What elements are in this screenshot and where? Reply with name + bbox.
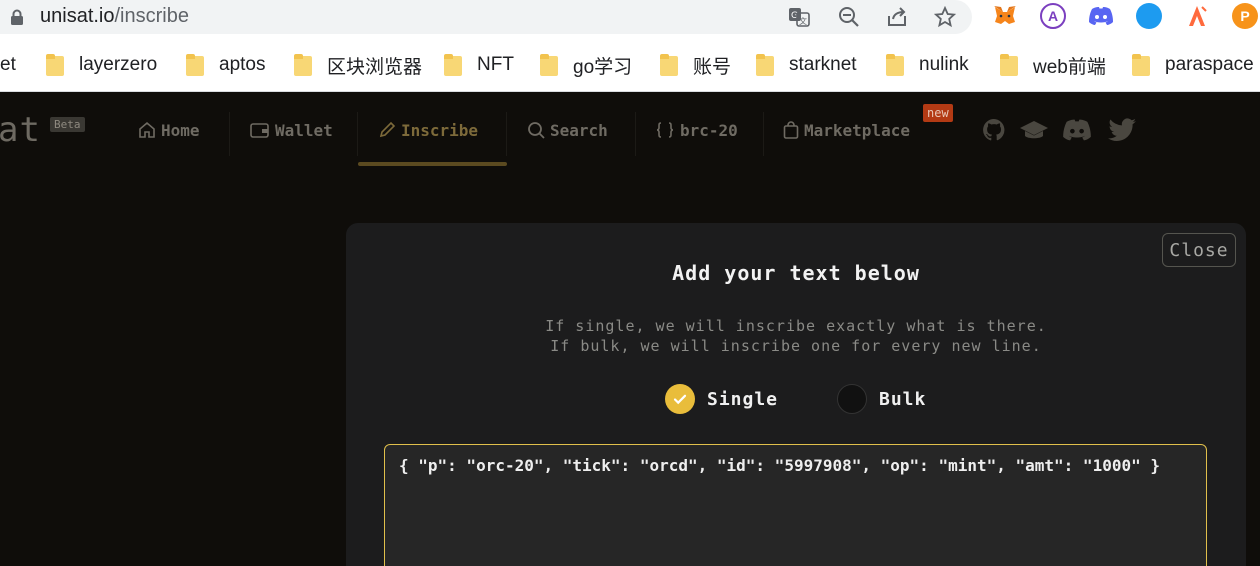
arbitrum-icon[interactable]: A: [1040, 3, 1066, 29]
bookmark-label: paraspace: [1165, 54, 1254, 75]
folder-icon: [540, 54, 558, 76]
github-icon[interactable]: [982, 118, 1006, 142]
modal-description-line: If bulk, we will inscribe one for every …: [550, 337, 1042, 355]
folder-icon: [186, 54, 204, 76]
option-label: Bulk: [879, 388, 927, 410]
option-single[interactable]: Single: [665, 384, 778, 414]
arweave-icon[interactable]: [1184, 3, 1210, 29]
nav-wallet[interactable]: Wallet: [250, 110, 333, 150]
radio-unchecked-icon[interactable]: [837, 384, 867, 414]
nav-label: Wallet: [275, 120, 333, 140]
beta-badge: Beta: [50, 117, 85, 132]
bookmark-label: aptos: [219, 54, 266, 75]
bookmark-label: 账号: [693, 56, 732, 78]
bookmark-item[interactable]: 账号: [660, 52, 731, 78]
discord-icon[interactable]: [1062, 118, 1092, 142]
nav-search[interactable]: Search: [527, 110, 608, 150]
browser-toolbar: unisat.io/inscribe G文 A P: [0, 0, 1260, 36]
folder-icon: [756, 54, 774, 76]
zoom-icon[interactable]: [836, 4, 862, 30]
lock-icon: [11, 9, 23, 25]
pencil-icon: [379, 121, 396, 138]
nav-marketplace[interactable]: Marketplace: [783, 110, 910, 150]
bookmark-item[interactable]: go学习: [540, 52, 632, 78]
inscription-text-input[interactable]: { "p": "orc-20", "tick": "orcd", "id": "…: [384, 444, 1207, 566]
bookmark-star-icon[interactable]: [932, 4, 958, 30]
nav-label: brc-20: [680, 120, 738, 140]
new-badge: new: [923, 104, 953, 122]
nav-label: Search: [550, 120, 608, 140]
translate-icon[interactable]: G文: [786, 4, 812, 30]
bookmark-item[interactable]: nulink: [886, 52, 969, 78]
svg-text:文: 文: [799, 16, 807, 26]
share-icon[interactable]: [884, 4, 910, 30]
nav-label: Marketplace: [804, 120, 910, 140]
bookmark-label: et: [0, 54, 16, 75]
discord-icon[interactable]: [1088, 3, 1114, 29]
nav-divider: [229, 112, 230, 156]
braces-icon: [656, 122, 674, 138]
paraspace-icon[interactable]: P: [1232, 3, 1258, 29]
bookmark-item[interactable]: web前端: [1000, 52, 1106, 78]
folder-icon: [886, 54, 904, 76]
blue-dot-icon[interactable]: [1136, 3, 1162, 29]
radio-checked-icon[interactable]: [665, 384, 695, 414]
folder-icon: [1000, 54, 1018, 76]
bookmark-item[interactable]: starknet: [756, 52, 857, 78]
inscribe-text-modal: Close Add your text below If single, we …: [346, 223, 1246, 566]
bookmark-label: nulink: [919, 54, 969, 75]
folder-icon: [660, 54, 678, 76]
nav-label: Home: [161, 120, 200, 140]
home-icon: [139, 121, 155, 138]
folder-icon: [444, 54, 462, 76]
nav-inscribe[interactable]: Inscribe: [378, 110, 478, 150]
option-label: Single: [707, 388, 779, 410]
shopping-bag-icon: [783, 121, 799, 139]
folder-icon: [294, 54, 312, 76]
url-text: unisat.io/inscribe: [40, 5, 189, 27]
nav-divider: [357, 112, 358, 156]
wallet-icon: [250, 123, 269, 138]
nav-brc20[interactable]: brc-20: [655, 110, 738, 150]
metamask-icon[interactable]: [992, 3, 1018, 29]
bookmarks-bar: et layerzero aptos 区块浏览器 NFT go学习 账号 sta…: [0, 36, 1260, 92]
bookmark-label: layerzero: [79, 54, 158, 75]
bookmark-item[interactable]: NFT: [444, 52, 514, 78]
option-bulk[interactable]: Bulk: [837, 384, 926, 414]
twitter-icon[interactable]: [1107, 118, 1137, 142]
modal-description-line: If single, we will inscribe exactly what…: [545, 317, 1047, 335]
graduation-cap-icon[interactable]: [1019, 118, 1049, 142]
modal-title: Add your text below: [672, 261, 920, 285]
bookmark-label: 区块浏览器: [327, 56, 423, 78]
bookmark-item[interactable]: layerzero: [46, 52, 157, 78]
nav-divider: [506, 112, 507, 156]
site-logo[interactable]: at: [0, 110, 41, 150]
bookmark-item[interactable]: aptos: [186, 52, 265, 78]
nav-divider: [763, 112, 764, 156]
nav-home[interactable]: Home: [138, 110, 200, 150]
bookmark-label: NFT: [477, 54, 514, 75]
nav-divider: [635, 112, 636, 156]
bookmark-item[interactable]: paraspace: [1132, 52, 1254, 78]
address-bar[interactable]: unisat.io/inscribe: [0, 0, 972, 34]
folder-icon: [46, 54, 64, 76]
nav-label: Inscribe: [401, 120, 479, 140]
search-icon: [528, 122, 545, 139]
folder-icon: [1132, 54, 1150, 76]
bookmark-label: go学习: [573, 56, 633, 78]
bookmark-item[interactable]: et: [0, 52, 16, 78]
bookmark-label: starknet: [789, 54, 857, 75]
active-tab-indicator: [358, 162, 507, 166]
bookmark-label: web前端: [1033, 56, 1106, 78]
bookmark-item[interactable]: 区块浏览器: [294, 52, 422, 78]
